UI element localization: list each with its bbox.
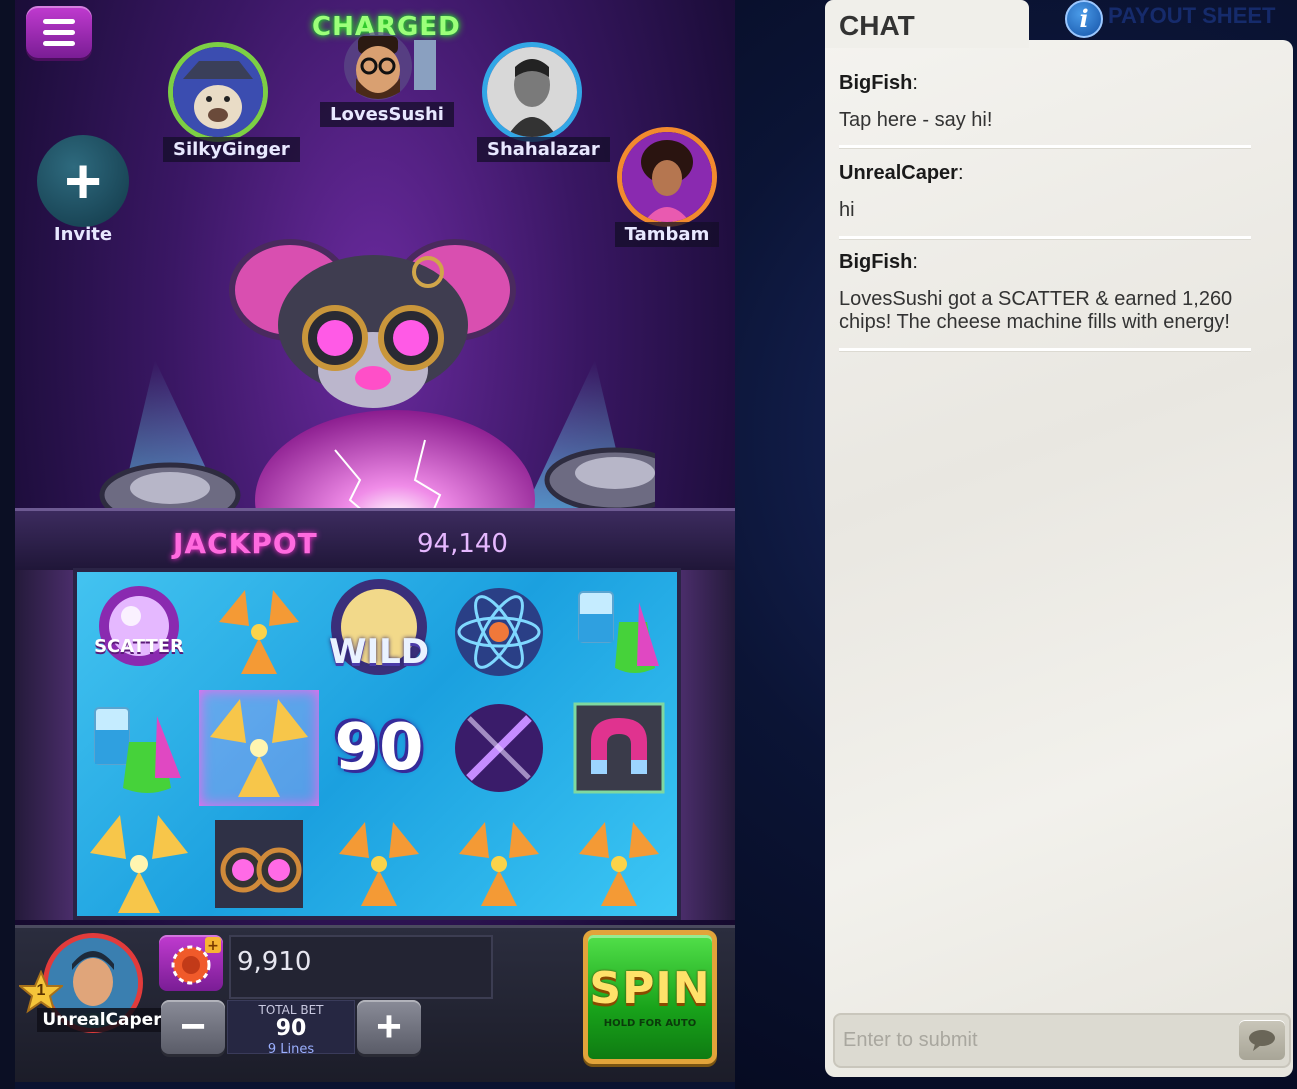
decrease-bet-button[interactable]: − <box>161 1000 225 1054</box>
player-name: Shahalazar <box>477 137 610 162</box>
hamburger-icon <box>43 18 75 24</box>
avatar <box>482 42 582 142</box>
symbol-potions <box>559 574 679 690</box>
spin-sub-label: HOLD FOR AUTO <box>603 1018 697 1029</box>
user-level: 1 <box>36 982 46 999</box>
total-bet-label: TOTAL BET <box>258 1003 324 1017</box>
symbol-cheese-radiation <box>439 806 559 922</box>
right-reel-frame <box>681 570 735 920</box>
plus-icon: + <box>376 1002 402 1051</box>
payout-sheet-label: PAYOUT SHEET <box>1108 3 1276 28</box>
message-author: BigFish <box>839 251 913 273</box>
chat-message[interactable]: BigFish: Tap here - say hi! <box>839 72 1251 132</box>
jackpot-value: 94,140 <box>417 529 508 559</box>
message-author: UnrealCaper <box>839 162 958 184</box>
symbol-potions <box>79 690 199 806</box>
lines-label: 9 Lines <box>267 1042 315 1057</box>
buy-chips-button[interactable]: + <box>159 935 223 991</box>
chip-icon: + <box>171 937 221 985</box>
player-name: SilkyGinger <box>163 137 300 162</box>
message-text: LovesSushi got a SCATTER & earned 1,260 … <box>839 288 1233 333</box>
message-divider <box>839 145 1251 148</box>
chip-balance: 9,910 <box>229 935 493 999</box>
info-icon: i <box>1065 0 1103 38</box>
symbol-cheese-radiation <box>559 806 679 922</box>
menu-button[interactable] <box>26 6 92 58</box>
scatter-label: SCATTER <box>94 636 184 657</box>
jackpot-label: JACKPOT <box>173 527 318 560</box>
player-seat-tambam[interactable]: Tambam <box>612 127 722 247</box>
symbol-cheese-radiation-highlight <box>79 806 199 922</box>
left-strip <box>0 0 15 1089</box>
chat-title: CHAT <box>839 10 915 41</box>
chat-message: UnrealCaper: hi <box>839 162 1251 222</box>
slot-game[interactable]: + Invite SilkyGinger CHARGED LovesSushi … <box>15 0 735 1082</box>
message-text: hi <box>839 199 855 221</box>
avatar <box>617 127 717 227</box>
symbol-atom <box>439 574 559 690</box>
minus-icon: − <box>180 1002 206 1051</box>
win-amount: 90 <box>319 690 439 806</box>
wild-label: WILD <box>328 632 430 672</box>
send-button[interactable] <box>1239 1020 1285 1060</box>
total-bet: TOTAL BET 90 9 Lines <box>227 1000 355 1057</box>
jackpot-bar: JACKPOT 94,140 <box>15 508 735 576</box>
symbol-cheese-radiation <box>319 806 439 922</box>
control-panel: 1 UnrealCaper + 9,910 − TOTAL BET 90 9 L… <box>15 925 735 1082</box>
chat-panel: BigFish: Tap here - say hi! UnrealCaper:… <box>825 40 1293 1077</box>
speech-bubble-icon <box>1249 1030 1275 1051</box>
player-seat-silkyginger[interactable]: SilkyGinger <box>163 42 300 162</box>
symbol-cheese-radiation-highlight <box>199 690 319 806</box>
symbol-goggles <box>199 806 319 922</box>
mouse-scientist-illustration <box>95 230 686 590</box>
avatar <box>330 30 436 102</box>
symbol-scatter: SCATTER <box>79 574 199 690</box>
message-text: Tap here - say hi! <box>839 109 993 131</box>
symbol-dna <box>439 690 559 806</box>
user-name: UnrealCaper <box>37 1008 167 1032</box>
slot-reels[interactable]: SCATTER WILD 90 <box>73 568 681 920</box>
svg-text:+: + <box>207 938 219 954</box>
message-author: BigFish <box>839 72 913 94</box>
symbol-magnet <box>559 690 679 806</box>
spin-label: SPIN <box>589 963 711 1014</box>
player-seat-lovessushi[interactable]: LovesSushi <box>320 30 454 127</box>
symbol-wild: WILD <box>319 574 439 690</box>
payout-sheet-tab[interactable]: i PAYOUT SHEET <box>1060 0 1290 38</box>
total-bet-value: 90 <box>275 1016 307 1041</box>
chat-input[interactable] <box>835 1015 1231 1066</box>
chat-message: BigFish: LovesSushi got a SCATTER & earn… <box>839 251 1251 334</box>
player-name: LovesSushi <box>320 102 454 127</box>
message-divider <box>839 236 1251 239</box>
player-seat-shahalazar[interactable]: Shahalazar <box>477 42 610 162</box>
win-amount-text: 90 <box>334 711 424 785</box>
message-divider <box>839 348 1251 351</box>
avatar <box>168 42 268 142</box>
symbol-cheese-radiation <box>199 574 319 690</box>
plus-icon: + <box>37 135 129 227</box>
left-reel-frame <box>15 570 73 920</box>
increase-bet-button[interactable]: + <box>357 1000 421 1054</box>
chat-input-box <box>833 1013 1291 1068</box>
spin-button[interactable]: SPIN HOLD FOR AUTO <box>583 930 717 1064</box>
